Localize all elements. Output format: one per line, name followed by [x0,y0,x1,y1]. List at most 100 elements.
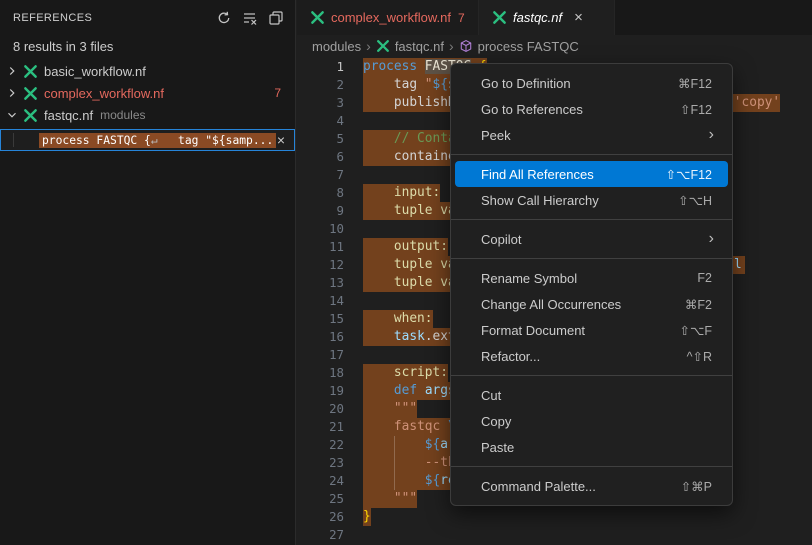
menu-item-cut[interactable]: Cut [455,382,728,408]
menu-item-paste[interactable]: Paste [455,434,728,460]
nextflow-file-icon [22,107,38,123]
tab-bar: complex_workflow.nf 7 fastqc.nf × [297,0,812,35]
line-number: 1 [297,58,344,76]
tab-label: fastqc.nf [513,10,562,25]
line-number: 18 [297,364,344,382]
reference-count-badge: 7 [274,86,281,100]
vscode-window: REFERENCES [0,0,812,545]
line-number: 21 [297,418,344,436]
line-number: 11 [297,238,344,256]
line-number: 26 [297,508,344,526]
return-symbol: ↵ [151,134,158,147]
references-panel: REFERENCES [0,0,296,545]
breadcrumb-item-file[interactable]: fastqc.nf [395,39,444,54]
nextflow-file-icon [22,85,38,101]
menu-item-go-to-definition[interactable]: Go to Definition⌘F12 [455,70,728,96]
line-number: 27 [297,526,344,544]
line-number: 8 [297,184,344,202]
code-text: output: [363,238,448,256]
menu-item-change-all-occurrences[interactable]: Change All Occurrences⌘F2 [455,291,728,317]
submenu-arrow-icon: › [709,127,718,143]
symbol-module-icon [459,39,474,54]
menu-shortcut: ⇧F12 [680,102,718,117]
code-line[interactable]: 26} [297,508,812,526]
indent-guide [394,454,395,472]
menu-shortcut: ⌘F2 [685,297,718,312]
refresh-button[interactable] [213,7,235,29]
chevron-right-icon[interactable] [4,86,20,100]
chevron-down-icon[interactable] [4,108,20,122]
code-text: fastqc \ [363,418,456,436]
menu-shortcut: ⇧⌥H [678,193,718,208]
submenu-arrow-icon: › [709,231,718,247]
line-number: 10 [297,220,344,238]
clear-results-button[interactable] [239,7,261,29]
menu-item-show-call-hierarchy[interactable]: Show Call Hierarchy⇧⌥H [455,187,728,213]
line-number: 13 [297,274,344,292]
nextflow-file-icon [491,10,507,26]
dismiss-result-button[interactable]: × [277,133,285,147]
line-number: 9 [297,202,344,220]
menu-shortcut: ⇧⌘P [681,479,718,494]
menu-shortcut: ^⇧R [687,349,718,364]
code-text: when: [363,310,433,328]
tree-file-row[interactable]: fastqc.nfmodules [0,104,295,126]
collapse-all-button[interactable] [265,7,287,29]
menu-shortcut: ⌘F12 [678,76,718,91]
chevron-right-icon: › [449,39,454,53]
references-panel-header: REFERENCES [0,0,295,35]
menu-separator [451,375,732,376]
breadcrumb-item-symbol[interactable]: process FASTQC [478,39,579,54]
tab-complex-workflow[interactable]: complex_workflow.nf 7 [297,0,479,35]
menu-separator [451,219,732,220]
references-panel-actions [213,7,287,29]
menu-item-refactor[interactable]: Refactor...^⇧R [455,343,728,369]
line-number: 25 [297,490,344,508]
editor-context-menu: Go to Definition⌘F12Go to References⇧F12… [450,63,733,506]
line-number: 12 [297,256,344,274]
code-line[interactable]: 27 [297,526,812,544]
indent-guide [394,472,395,490]
menu-item-copilot[interactable]: Copilot› [455,226,728,252]
breadcrumb: modules › fastqc.nf › process FASTQC [297,35,812,57]
chevron-right-icon[interactable] [4,64,20,78]
reference-result-row-selected[interactable]: process FASTQC {↵ tag "${samp...× [0,129,295,151]
tree-file-row[interactable]: basic_workflow.nf [0,60,295,82]
line-number: 2 [297,76,344,94]
menu-item-format-document[interactable]: Format Document⇧⌥F [455,317,728,343]
tab-problems-badge: 7 [458,11,465,25]
menu-separator [451,154,732,155]
refresh-icon [216,10,232,26]
menu-item-find-all-references[interactable]: Find All References⇧⌥F12 [455,161,728,187]
collapse-all-icon [268,10,284,26]
code-text: } [363,508,371,526]
match-preview: process FASTQC {↵ tag "${samp... [39,133,276,148]
code-text: """ [363,490,417,508]
tree-file-row[interactable]: complex_workflow.nf7 [0,82,295,104]
results-tree: basic_workflow.nfcomplex_workflow.nf7fas… [0,60,295,151]
menu-shortcut: F2 [697,271,718,285]
chevron-right-icon: › [366,39,371,53]
menu-item-rename-symbol[interactable]: Rename SymbolF2 [455,265,728,291]
menu-item-command-palette[interactable]: Command Palette...⇧⌘P [455,473,728,499]
tab-fastqc[interactable]: fastqc.nf × [479,0,615,35]
nextflow-file-icon [376,39,391,54]
results-summary: 8 results in 3 files [13,38,295,56]
line-number: 23 [297,454,344,472]
menu-separator [451,466,732,467]
line-number: 14 [297,292,344,310]
line-number: 7 [297,166,344,184]
line-number: 16 [297,328,344,346]
menu-item-peek[interactable]: Peek› [455,122,728,148]
line-number: 4 [297,112,344,130]
menu-item-copy[interactable]: Copy [455,408,728,434]
code-text: input: [363,184,440,202]
menu-item-go-to-references[interactable]: Go to References⇧F12 [455,96,728,122]
menu-separator [451,258,732,259]
line-number: 3 [297,94,344,112]
menu-shortcut: ⇧⌥F [679,323,718,338]
tab-close-button[interactable]: × [574,10,583,25]
line-number: 19 [297,382,344,400]
line-number: 17 [297,346,344,364]
breadcrumb-item-modules[interactable]: modules [312,39,361,54]
